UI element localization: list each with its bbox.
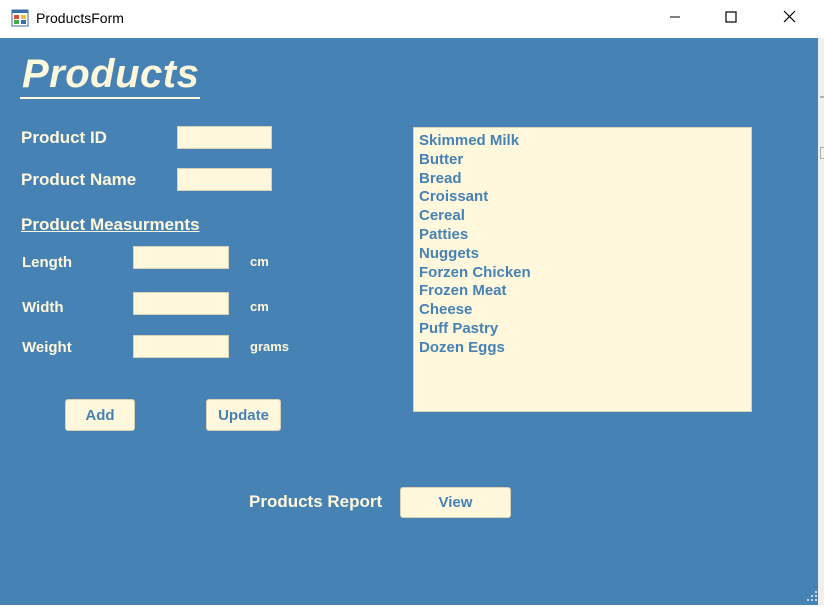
maximize-button[interactable] — [702, 0, 760, 38]
list-item[interactable]: Bread — [419, 170, 746, 189]
list-item[interactable]: Frozen Meat — [419, 282, 746, 301]
length-field[interactable] — [133, 246, 229, 269]
update-button[interactable]: Update — [206, 399, 281, 431]
weight-field[interactable] — [133, 335, 229, 358]
view-report-button[interactable]: View — [400, 487, 511, 518]
edge-mark — [820, 96, 824, 98]
measurements-heading: Product Measurments — [21, 215, 200, 234]
list-item[interactable]: Butter — [419, 151, 746, 170]
length-label: Length — [22, 254, 72, 271]
list-item[interactable]: Forzen Chicken — [419, 264, 746, 283]
title-underline — [20, 97, 200, 99]
list-item[interactable]: Nuggets — [419, 245, 746, 264]
product-name-field[interactable] — [177, 168, 272, 191]
width-field[interactable] — [133, 292, 229, 315]
product-name-label: Product Name — [21, 170, 137, 189]
width-unit-label: cm — [250, 299, 269, 314]
list-item[interactable]: Cheese — [419, 301, 746, 320]
width-label: Width — [22, 299, 64, 316]
list-item[interactable]: Skimmed Milk — [419, 132, 746, 151]
products-report-label: Products Report — [249, 492, 383, 511]
form-client-area: Products Product ID Product Name Product… — [0, 38, 818, 605]
minimize-icon — [669, 10, 681, 28]
list-item[interactable]: Puff Pastry — [419, 320, 746, 339]
product-id-field[interactable] — [177, 126, 272, 149]
list-item[interactable]: Croissant — [419, 188, 746, 207]
list-item[interactable]: Cereal — [419, 207, 746, 226]
weight-unit-label: grams — [250, 339, 290, 354]
minimize-button[interactable] — [646, 0, 704, 38]
products-listbox[interactable]: Skimmed Milk Butter Bread Croissant Cereal Pa… — [413, 127, 752, 412]
add-button[interactable]: Add — [65, 399, 135, 431]
product-id-label: Product ID — [21, 128, 107, 147]
list-item[interactable]: Dozen Eggs — [419, 339, 746, 358]
maximize-icon — [725, 10, 737, 28]
window-right-edge — [818, 38, 824, 605]
close-button[interactable] — [760, 0, 818, 38]
list-item[interactable]: Patties — [419, 226, 746, 245]
resize-grip-icon[interactable] — [806, 589, 818, 601]
app-icon — [11, 9, 29, 27]
edge-mark — [820, 147, 824, 159]
title-bar: ProductsForm — [0, 0, 824, 38]
weight-label: Weight — [22, 339, 72, 356]
close-icon — [783, 10, 796, 28]
page-title: Products — [22, 52, 200, 96]
length-unit-label: cm — [250, 254, 269, 269]
window-title: ProductsForm — [36, 10, 124, 26]
